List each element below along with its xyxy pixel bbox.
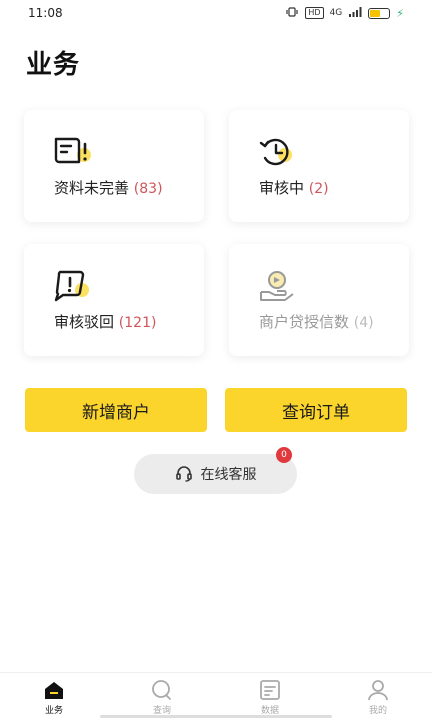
data-icon: [260, 680, 280, 700]
card-under-review[interactable]: 审核中 (2): [229, 110, 409, 222]
search-icon: [152, 680, 171, 700]
card-label: 审核驳回 (121): [54, 311, 156, 332]
profile-icon: [368, 680, 388, 701]
card-incomplete-info[interactable]: 资料未完善 (83): [24, 110, 204, 222]
card-count: (83): [133, 181, 163, 197]
query-order-button[interactable]: 查询订单: [225, 388, 407, 432]
signal-icon: [348, 6, 362, 20]
card-title: 审核中: [259, 179, 305, 197]
tab-business[interactable]: 业务: [0, 673, 108, 720]
card-label: 商户贷授信数 (4): [259, 311, 374, 332]
battery-icon: [368, 7, 391, 19]
tab-data[interactable]: 数据: [216, 673, 324, 720]
chat-alert-icon: [54, 270, 89, 302]
home-icon: [45, 682, 63, 699]
network-label: 4G: [329, 8, 343, 18]
status-icons: HD 4G ⚡: [285, 6, 404, 20]
card-title: 审核驳回: [54, 313, 115, 331]
bottom-tab-bar: 业务 查询 数据 我的: [0, 672, 432, 720]
status-bar: 11:08 HD 4G ⚡: [0, 0, 432, 26]
card-review-rejected[interactable]: 审核驳回 (121): [24, 244, 204, 356]
tab-label: 我的: [368, 706, 387, 716]
headset-icon: [175, 466, 192, 482]
card-title: 商户贷授信数: [259, 313, 350, 331]
document-alert-icon: [54, 137, 91, 164]
clock-refresh-icon: [259, 138, 292, 166]
card-merchant-loan-credit[interactable]: 商户贷授信数 (4): [229, 244, 409, 356]
card-title: 资料未完善: [54, 179, 130, 197]
tab-mine[interactable]: 我的: [324, 673, 432, 720]
status-time: 11:08: [28, 6, 63, 20]
vibrate-icon: [285, 6, 299, 20]
tab-query[interactable]: 查询: [108, 673, 216, 720]
card-count: (4): [353, 315, 374, 331]
coin-hand-icon: [260, 271, 294, 301]
hd-badge: HD: [305, 7, 324, 19]
home-indicator: [100, 715, 332, 718]
card-count: (121): [118, 315, 157, 331]
add-merchant-button[interactable]: 新增商户: [25, 388, 207, 432]
online-service-label: 在线客服: [200, 467, 257, 483]
tab-label: 业务: [44, 706, 63, 716]
charging-icon: ⚡: [396, 6, 404, 20]
card-count: (2): [308, 181, 329, 197]
card-label: 资料未完善 (83): [54, 177, 163, 198]
online-service-button[interactable]: 在线客服: [134, 454, 297, 494]
page-title: 业务: [26, 50, 81, 80]
card-label: 审核中 (2): [259, 177, 329, 198]
service-badge: 0: [276, 447, 292, 463]
